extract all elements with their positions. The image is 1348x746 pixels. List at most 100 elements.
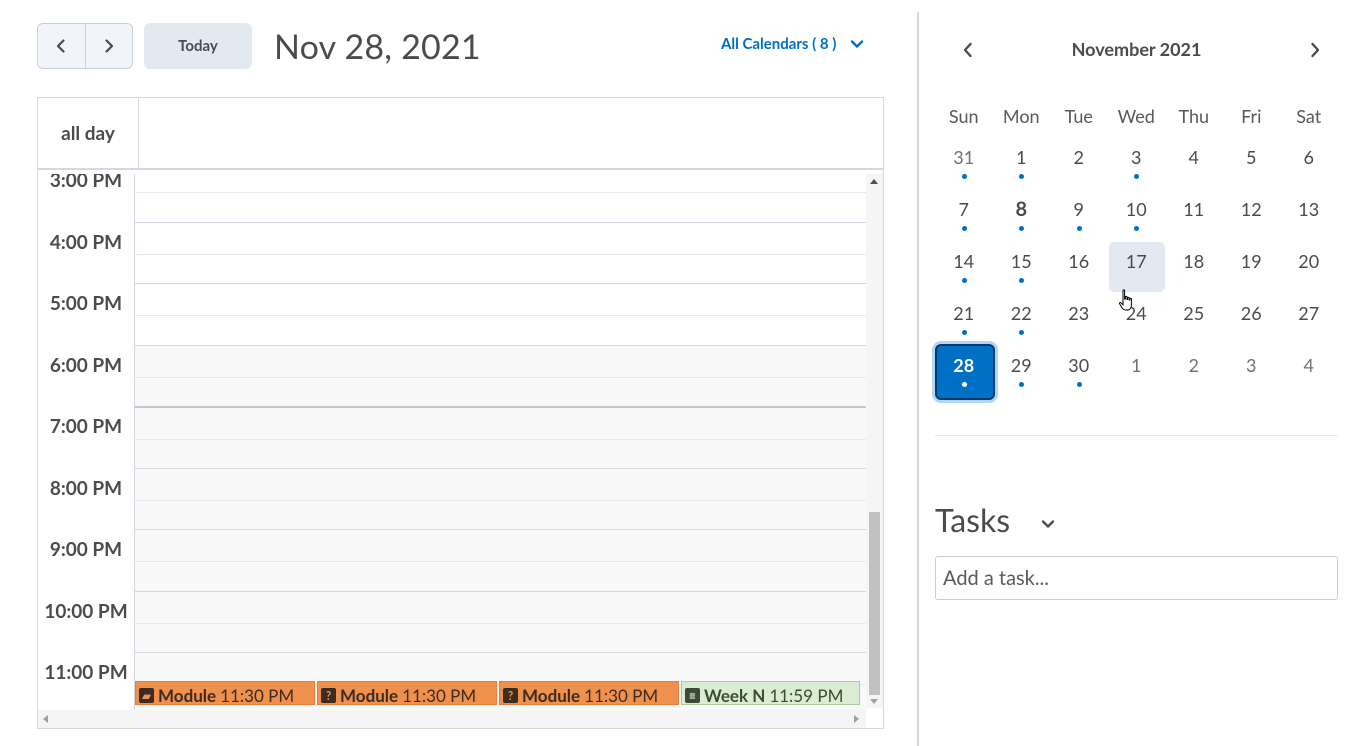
all-calendars-dropdown[interactable]: All Calendars ( 8 ) bbox=[721, 35, 864, 53]
chevron-left-icon bbox=[57, 39, 65, 53]
calendar-event[interactable]: ▰ Module 11:30 PM bbox=[135, 681, 315, 705]
day-number: 2 bbox=[1073, 146, 1084, 168]
time-label: 10:00 PM bbox=[44, 599, 128, 623]
time-label: 7:00 PM bbox=[49, 415, 123, 438]
chevron-left-icon bbox=[963, 42, 972, 58]
day-cell[interactable]: 30 bbox=[1050, 344, 1108, 396]
day-cell[interactable]: 3 bbox=[1223, 344, 1281, 396]
day-cell[interactable]: 26 bbox=[1223, 292, 1281, 344]
day-cell[interactable]: 1 bbox=[1108, 344, 1166, 396]
day-cell[interactable]: 11 bbox=[1165, 188, 1223, 240]
day-cell[interactable]: 13 bbox=[1280, 188, 1338, 240]
event-time: 11:30 PM bbox=[402, 685, 477, 705]
day-cell[interactable]: 23 bbox=[1050, 292, 1108, 344]
day-cell[interactable]: 18 bbox=[1165, 240, 1223, 292]
event-title: Module bbox=[522, 685, 581, 705]
day-cell[interactable]: 20 bbox=[1280, 240, 1338, 292]
next-month-button[interactable] bbox=[1307, 42, 1327, 62]
tasks-collapse-toggle[interactable] bbox=[1039, 515, 1057, 533]
previous-day-button[interactable] bbox=[38, 24, 85, 68]
scroll-down-icon[interactable] bbox=[870, 699, 878, 704]
weekday-label: Mon bbox=[1002, 105, 1040, 127]
event-title: Module bbox=[340, 685, 399, 705]
all-day-row[interactable]: all day bbox=[38, 98, 883, 170]
hour-slot[interactable] bbox=[135, 529, 866, 591]
add-task-input[interactable] bbox=[935, 556, 1338, 600]
day-cell[interactable]: 12 bbox=[1223, 188, 1281, 240]
mini-calendar-grid: Sun Mon Tue Wed Thu Fri Sat 31 1 2 3 4 5 6 7 8 9 10 11 12 1… bbox=[935, 96, 1338, 400]
day-cell[interactable]: 31 bbox=[935, 136, 993, 188]
next-day-button[interactable] bbox=[84, 24, 133, 68]
today-button[interactable]: Today bbox=[144, 23, 252, 69]
horizontal-scrollbar[interactable] bbox=[38, 710, 866, 728]
time-slots[interactable] bbox=[135, 174, 866, 710]
day-number: 17 bbox=[1125, 250, 1147, 272]
time-label: 3:00 PM bbox=[49, 174, 123, 192]
day-cell[interactable]: 17 bbox=[1108, 240, 1166, 292]
weekday-label: Sun bbox=[948, 105, 979, 127]
previous-month-button[interactable] bbox=[960, 42, 980, 62]
day-number: 21 bbox=[953, 302, 975, 324]
day-cell[interactable]: 4 bbox=[1165, 136, 1223, 188]
day-cell[interactable]: 19 bbox=[1223, 240, 1281, 292]
day-cell[interactable]: 16 bbox=[1050, 240, 1108, 292]
day-number: 11 bbox=[1183, 198, 1205, 220]
day-cell[interactable]: 3 bbox=[1108, 136, 1166, 188]
scrollbar-thumb[interactable] bbox=[869, 512, 880, 695]
hour-slot[interactable] bbox=[135, 174, 866, 222]
day-cell[interactable]: 1 bbox=[993, 136, 1051, 188]
day-cell[interactable]: 27 bbox=[1280, 292, 1338, 344]
day-cell[interactable]: 25 bbox=[1165, 292, 1223, 344]
chevron-down-icon bbox=[1041, 520, 1055, 528]
day-cell[interactable]: 8 bbox=[993, 188, 1051, 240]
day-cell[interactable]: 22 bbox=[993, 292, 1051, 344]
hour-slot[interactable] bbox=[135, 590, 866, 653]
day-cell[interactable]: 21 bbox=[935, 292, 993, 344]
time-label: 6:00 PM bbox=[49, 353, 123, 377]
chevron-down-icon bbox=[851, 40, 864, 48]
all-calendars-label: All Calendars ( 8 ) bbox=[721, 35, 837, 53]
event-title: Week N bbox=[704, 685, 766, 705]
scroll-left-icon[interactable] bbox=[43, 715, 48, 723]
hour-slot[interactable] bbox=[135, 283, 866, 345]
chevron-right-icon bbox=[1311, 42, 1320, 58]
day-cell[interactable]: 24 bbox=[1108, 292, 1166, 344]
calendar-event[interactable]: ≡ Week N 11:59 PM bbox=[681, 681, 860, 705]
time-label: 5:00 PM bbox=[49, 292, 123, 315]
day-number: 25 bbox=[1183, 302, 1205, 324]
calendar-event[interactable]: ? Module 11:30 PM bbox=[317, 681, 497, 705]
scroll-up-icon[interactable] bbox=[870, 179, 878, 184]
day-cell[interactable]: 2 bbox=[1050, 136, 1108, 188]
day-cell[interactable]: 9 bbox=[1050, 188, 1108, 240]
day-number: 15 bbox=[1010, 250, 1032, 272]
event-time: 11:59 PM bbox=[769, 685, 844, 705]
day-cell[interactable]: 14 bbox=[935, 240, 993, 292]
hour-slot[interactable] bbox=[135, 467, 866, 530]
day-number: 12 bbox=[1240, 198, 1262, 220]
day-number: 3 bbox=[1246, 354, 1257, 376]
event-indicator-dot bbox=[961, 330, 967, 335]
scroll-right-icon[interactable] bbox=[854, 715, 859, 723]
tasks-heading: Tasks bbox=[935, 500, 1011, 539]
section-separator bbox=[935, 435, 1338, 436]
day-cell[interactable]: 4 bbox=[1280, 344, 1338, 396]
day-cell[interactable]: 10 bbox=[1108, 188, 1166, 240]
day-cell[interactable]: 2 bbox=[1165, 344, 1223, 396]
vertical-scrollbar[interactable] bbox=[866, 174, 883, 708]
selected-day-cell[interactable]: 28 bbox=[935, 344, 995, 400]
day-cell[interactable]: 7 bbox=[935, 188, 993, 240]
day-cell[interactable]: 15 bbox=[993, 240, 1051, 292]
document-icon: ≡ bbox=[685, 688, 700, 703]
calendar-event[interactable]: ? Module 11:30 PM bbox=[499, 681, 679, 705]
day-cell[interactable]: 5 bbox=[1223, 136, 1281, 188]
event-indicator-dot bbox=[1019, 174, 1025, 179]
hour-slot[interactable] bbox=[135, 344, 866, 407]
hour-slot[interactable] bbox=[135, 221, 866, 284]
time-label: 9:00 PM bbox=[49, 538, 123, 561]
day-cell[interactable]: 6 bbox=[1280, 136, 1338, 188]
event-indicator-dot bbox=[1019, 278, 1025, 283]
day-cell[interactable]: 29 bbox=[993, 344, 1051, 396]
day-number: 26 bbox=[1240, 302, 1262, 324]
day-number: 7 bbox=[958, 198, 969, 220]
hour-slot[interactable] bbox=[135, 406, 866, 468]
